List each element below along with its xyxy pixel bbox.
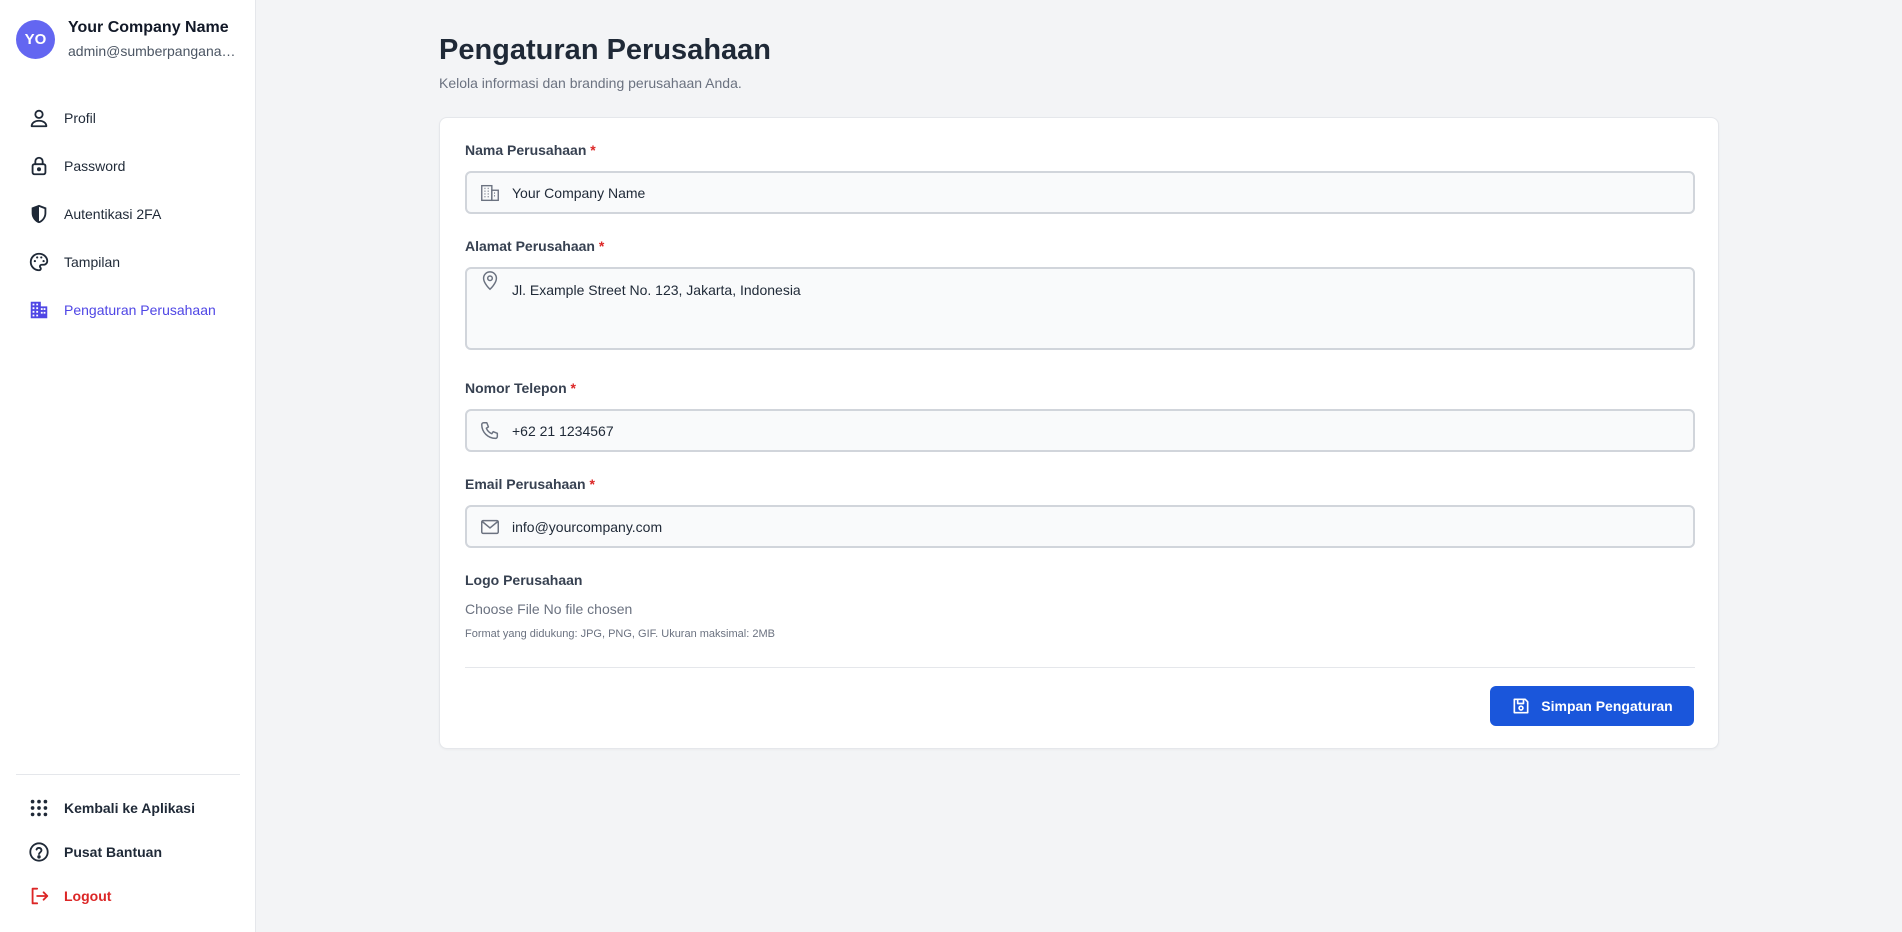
sidebar-item-2fa[interactable]: Autentikasi 2FA bbox=[16, 190, 240, 238]
phone-value: +62 21 1234567 bbox=[512, 422, 614, 439]
company-address-textarea[interactable]: Jl. Example Street No. 123, Jakarta, Ind… bbox=[465, 267, 1695, 350]
company-name-input[interactable]: Your Company Name bbox=[465, 171, 1695, 214]
choose-file-button[interactable]: Choose File bbox=[465, 601, 540, 617]
sidebar-bottom-nav: Kembali ke Aplikasi Pusat Bantuan Logout bbox=[16, 786, 240, 918]
company-name-label: Nama Perusahaan bbox=[465, 142, 587, 158]
sidebar-item-profil[interactable]: Profil bbox=[16, 94, 240, 142]
shield-icon bbox=[28, 203, 50, 225]
save-icon bbox=[1511, 696, 1531, 716]
required-mark: * bbox=[589, 476, 595, 492]
sidebar: YO Your Company Name admin@sumberpangana… bbox=[0, 0, 256, 932]
phone-field: Nomor Telepon * +62 21 1234567 bbox=[465, 380, 1695, 452]
sidebar-item-label: Kembali ke Aplikasi bbox=[64, 800, 195, 816]
logo-field: Logo Perusahaan Choose File No file chos… bbox=[465, 572, 1695, 640]
user-icon bbox=[28, 107, 50, 129]
sidebar-item-label: Pusat Bantuan bbox=[64, 844, 163, 860]
email-field: Email Perusahaan * info@yourcompany.com bbox=[465, 476, 1695, 548]
map-pin-icon bbox=[479, 270, 501, 292]
logo-file-input[interactable]: Choose File No file chosen bbox=[465, 601, 1695, 617]
user-profile: YO Your Company Name admin@sumberpangana… bbox=[16, 19, 240, 59]
phone-input[interactable]: +62 21 1234567 bbox=[465, 409, 1695, 452]
sidebar-item-label: Autentikasi 2FA bbox=[64, 206, 162, 222]
save-settings-label: Simpan Pengaturan bbox=[1541, 698, 1673, 714]
sidebar-item-help-center[interactable]: Pusat Bantuan bbox=[16, 830, 240, 874]
building-icon bbox=[28, 299, 50, 321]
sidebar-item-pengaturan-perusahaan[interactable]: Pengaturan Perusahaan bbox=[16, 286, 240, 334]
sidebar-item-label: Password bbox=[64, 158, 126, 174]
page-subtitle: Kelola informasi dan branding perusahaan… bbox=[439, 75, 742, 91]
phone-icon bbox=[479, 420, 501, 442]
sidebar-item-back-to-app[interactable]: Kembali ke Aplikasi bbox=[16, 786, 240, 830]
company-settings-card: Nama Perusahaan * Your Company Name Alam… bbox=[439, 117, 1719, 749]
sidebar-item-label: Pengaturan Perusahaan bbox=[64, 302, 216, 318]
avatar: YO bbox=[16, 19, 55, 59]
company-address-field: Alamat Perusahaan * Jl. Example Street N… bbox=[465, 238, 1695, 350]
company-name-value: Your Company Name bbox=[512, 184, 646, 201]
apps-grid-icon bbox=[28, 797, 50, 819]
logout-icon bbox=[28, 885, 50, 907]
file-status: No file chosen bbox=[543, 601, 633, 617]
email-label: Email Perusahaan bbox=[465, 476, 586, 492]
required-mark: * bbox=[590, 142, 596, 158]
sidebar-item-tampilan[interactable]: Tampilan bbox=[16, 238, 240, 286]
email-input[interactable]: info@yourcompany.com bbox=[465, 505, 1695, 548]
phone-label: Nomor Telepon bbox=[465, 380, 567, 396]
building-icon bbox=[479, 182, 501, 204]
company-name-field: Nama Perusahaan * Your Company Name bbox=[465, 142, 1695, 214]
logo-label: Logo Perusahaan bbox=[465, 572, 583, 588]
sidebar-item-label: Profil bbox=[64, 110, 96, 126]
sidebar-item-label: Logout bbox=[64, 888, 112, 904]
settings-nav: Profil Password Autentikasi 2FA Tampilan… bbox=[16, 94, 240, 334]
help-circle-icon bbox=[28, 841, 50, 863]
required-mark: * bbox=[570, 380, 576, 396]
page-title: Pengaturan Perusahaan bbox=[439, 34, 771, 66]
form-divider bbox=[465, 667, 1695, 668]
sidebar-item-logout[interactable]: Logout bbox=[16, 874, 240, 918]
palette-icon bbox=[28, 251, 50, 273]
user-email: admin@sumberpanganab... bbox=[68, 43, 240, 59]
mail-icon bbox=[479, 516, 501, 538]
logo-format-hint: Format yang didukung: JPG, PNG, GIF. Uku… bbox=[465, 628, 775, 640]
sidebar-item-label: Tampilan bbox=[64, 254, 121, 270]
company-address-label: Alamat Perusahaan bbox=[465, 238, 595, 254]
email-value: info@yourcompany.com bbox=[512, 518, 663, 535]
required-mark: * bbox=[598, 238, 605, 254]
sidebar-item-password[interactable]: Password bbox=[16, 142, 240, 190]
company-address-value: Jl. Example Street No. 123, Jakarta, Ind… bbox=[512, 282, 801, 298]
sidebar-divider bbox=[16, 774, 240, 775]
save-settings-button[interactable]: Simpan Pengaturan bbox=[1490, 686, 1694, 726]
lock-icon bbox=[28, 155, 50, 177]
user-name: Your Company Name bbox=[68, 19, 229, 36]
